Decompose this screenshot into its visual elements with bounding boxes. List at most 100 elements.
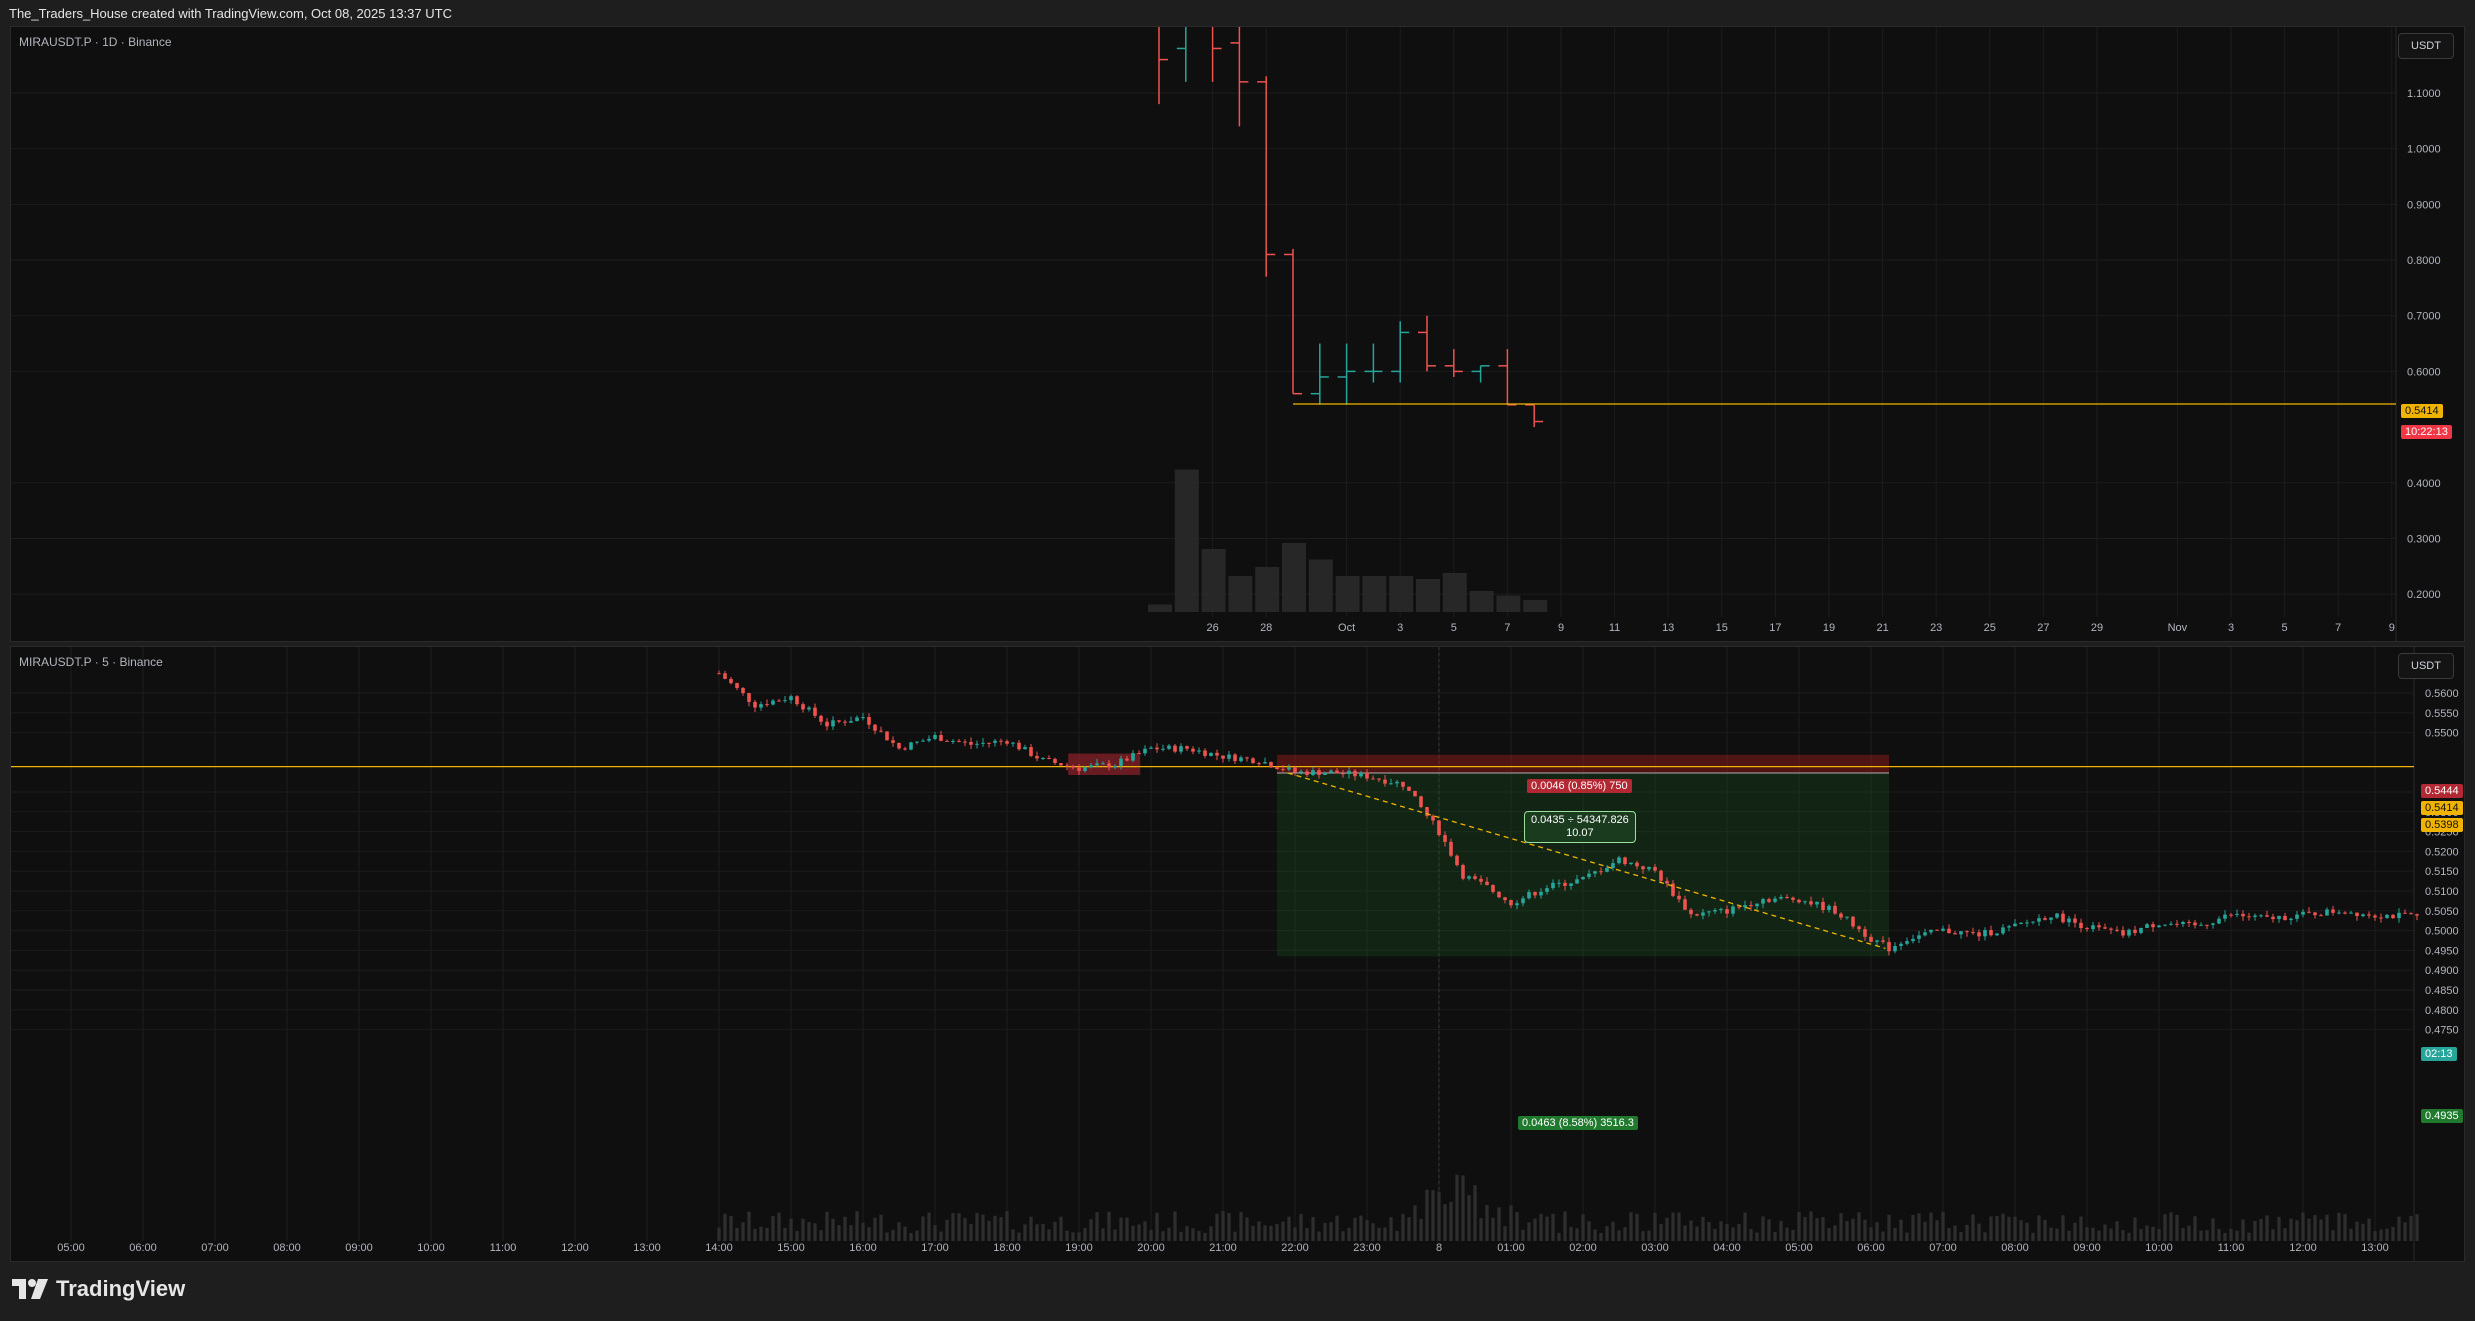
intraday-chart-canvas[interactable]: 0.56000.55500.55000.53500.53000.52500.52… xyxy=(11,647,2464,1261)
candle-body xyxy=(921,740,925,742)
y-tick-label: 0.7000 xyxy=(2407,311,2441,323)
candle-body xyxy=(1791,897,1795,900)
daily-chart-pane[interactable]: 1.1000 1.0000 0.9000 0.8000 0.7000 0.6000 0.40… xyxy=(10,26,2465,642)
volume-bar xyxy=(1293,1227,1297,1241)
caption-text: The_Traders_House created with TradingVi… xyxy=(9,6,452,21)
volume-bar xyxy=(1449,1201,1453,1241)
candle-body xyxy=(2073,918,2077,923)
volume-bar xyxy=(1461,1175,1465,1241)
volume-bar xyxy=(1077,1232,1081,1241)
volume-bar xyxy=(2049,1227,2053,1241)
candle-body xyxy=(2403,912,2407,914)
candle-body xyxy=(1437,820,1441,836)
footer: TradingView xyxy=(0,1262,2475,1321)
volume-bar xyxy=(1653,1212,1657,1241)
candle-body xyxy=(1017,742,1021,750)
volume-bar xyxy=(1469,591,1494,612)
daily-chart-canvas[interactable]: 1.1000 1.0000 0.9000 0.8000 0.7000 0.6000 0.40… xyxy=(11,27,2464,641)
candle-body xyxy=(2349,912,2353,914)
currency-unit-button[interactable]: USDT xyxy=(2398,33,2454,59)
volume-bar xyxy=(2187,1225,2191,1241)
intraday-chart-pane[interactable]: 0.56000.55500.55000.53500.53000.52500.52… xyxy=(10,646,2465,1262)
volume-bar xyxy=(1041,1223,1045,1241)
volume-bar xyxy=(1173,1211,1177,1241)
candle-body xyxy=(1077,767,1081,771)
volume-bar xyxy=(1695,1226,1699,1241)
volume-bar xyxy=(1569,1226,1573,1241)
x-tick-label: 05:00 xyxy=(57,1242,85,1254)
candle-body xyxy=(1029,747,1033,756)
volume-bar xyxy=(981,1214,985,1241)
volume-bar xyxy=(1473,1185,1477,1241)
candle-body xyxy=(1431,815,1435,821)
currency-unit-button-2[interactable]: USDT xyxy=(2398,653,2454,679)
volume-bar xyxy=(1647,1230,1651,1241)
level-price-tag: 0.5414 xyxy=(2421,801,2463,815)
candle-body xyxy=(1203,750,1207,756)
volume-bar xyxy=(1905,1232,1909,1241)
candle-body xyxy=(1773,898,1777,902)
x-tick-label: 14:00 xyxy=(705,1242,733,1254)
volume-bar xyxy=(2343,1213,2347,1241)
candle-body xyxy=(2037,918,2041,922)
candle-body xyxy=(2241,913,2245,917)
candle-body xyxy=(2373,915,2377,918)
brand-name: TradingView xyxy=(56,1276,186,1301)
candle-body xyxy=(2205,924,2209,926)
volume-bar xyxy=(1203,1232,1207,1241)
y-tick-label: 0.4000 xyxy=(2407,478,2441,490)
volume-bar xyxy=(2379,1229,2383,1241)
candle-body xyxy=(2169,923,2173,925)
candle-body xyxy=(1485,881,1489,885)
volume-bar xyxy=(1083,1227,1087,1241)
candle-body xyxy=(1821,901,1825,910)
candle-body xyxy=(1887,941,1891,952)
x-tick-label: 9 xyxy=(1558,622,1564,634)
candle-body xyxy=(1683,899,1687,910)
candle-body xyxy=(2289,918,2293,921)
candle-body xyxy=(873,724,877,731)
x-tick-label: 11:00 xyxy=(490,1242,517,1254)
volume-bar xyxy=(2121,1230,2125,1241)
candle-body xyxy=(1923,932,1927,936)
candle-body xyxy=(1467,876,1471,879)
candle-body xyxy=(1137,753,1141,755)
volume-bar xyxy=(723,1213,727,1241)
volume-bar xyxy=(1455,1174,1459,1241)
volume-bar xyxy=(1935,1220,1939,1241)
candle-body xyxy=(1641,866,1645,870)
x-tick-label: 08:00 xyxy=(2001,1242,2029,1254)
candle-body xyxy=(1779,897,1783,899)
candle-body xyxy=(2217,918,2221,924)
volume-bar xyxy=(975,1212,979,1241)
y-tick-label: 0.5150 xyxy=(2425,866,2459,878)
candle-body xyxy=(1893,945,1897,952)
candle-body xyxy=(2331,909,2335,913)
position-info-box[interactable]: 0.0435 ÷ 54347.826 10.07 xyxy=(1524,811,1636,843)
volume-bar xyxy=(1917,1213,1921,1241)
candle-body xyxy=(903,748,907,750)
candle-body xyxy=(717,673,721,675)
volume-bar xyxy=(2391,1226,2395,1241)
volume-bar xyxy=(1155,1212,1159,1241)
x-tick-label: 05:00 xyxy=(1785,1242,1813,1254)
volume-bar xyxy=(1641,1231,1645,1241)
candle-body xyxy=(1833,905,1837,914)
x-tick-label: 01:00 xyxy=(1497,1242,1525,1254)
x-tick-label: 12:00 xyxy=(2289,1242,2317,1254)
volume-bar xyxy=(1995,1216,1999,1241)
candle-body xyxy=(2181,921,2185,925)
candle-body xyxy=(1173,745,1177,752)
volume-bar xyxy=(2031,1232,2035,1241)
volume-bar xyxy=(1671,1212,1675,1241)
candle-body xyxy=(1317,770,1321,776)
x-tick-label: 04:00 xyxy=(1713,1242,1741,1254)
tradingview-logo[interactable]: TradingView xyxy=(12,1276,185,1302)
candle-body xyxy=(1797,899,1801,903)
candle-body xyxy=(1347,770,1351,775)
volume-bar xyxy=(1599,1232,1603,1241)
volume-bar xyxy=(1011,1229,1015,1241)
volume-bar xyxy=(1551,1213,1555,1241)
volume-bar xyxy=(1557,1232,1561,1241)
candle-body xyxy=(2337,912,2341,914)
